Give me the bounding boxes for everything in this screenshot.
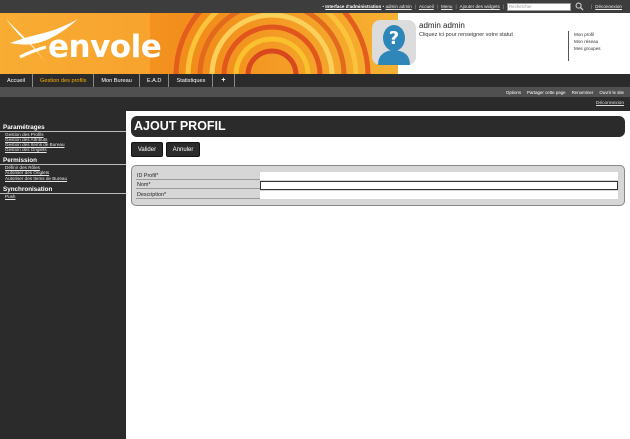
- tab-mon-bureau[interactable]: Mon Bureau: [94, 74, 140, 87]
- banner: envole ? admin admin Cliquez ici pour re…: [0, 13, 630, 74]
- menu-link[interactable]: Menu: [441, 4, 453, 9]
- admin-interface-link[interactable]: Interface d'administration: [325, 4, 381, 9]
- main-nav: Accueil Gestion des profils Mon Bureau E…: [0, 74, 630, 87]
- form-row-description: Description*: [136, 191, 618, 199]
- search-input[interactable]: Rechercher: [506, 2, 571, 11]
- nom-label: Nom*: [136, 181, 260, 189]
- sidebar: Paramétrages Gestion des Profils Gestion…: [0, 111, 126, 439]
- page-title-box: AJOUT PROFIL: [131, 116, 625, 137]
- description-input[interactable]: [260, 191, 618, 199]
- form-row-nom: Nom*: [136, 181, 618, 190]
- my-network-link[interactable]: Mon réseau: [574, 38, 601, 45]
- tab-statistiques[interactable]: Statistiques: [169, 74, 214, 87]
- rename-link[interactable]: Renommer: [572, 90, 594, 95]
- tab-ead[interactable]: E.A.D: [140, 74, 170, 87]
- logout-link-secondary[interactable]: Déconnexion: [596, 101, 624, 106]
- my-groups-link[interactable]: Mes groupes: [574, 45, 601, 52]
- user-link[interactable]: admin admin: [385, 4, 411, 9]
- id-profil-input[interactable]: [260, 172, 618, 180]
- page-title: AJOUT PROFIL: [134, 119, 226, 133]
- logout-link[interactable]: Déconnexion: [595, 4, 622, 9]
- separator: |: [414, 4, 416, 9]
- separator: |: [590, 4, 593, 9]
- options-link[interactable]: Options: [506, 90, 521, 95]
- sidebar-item-push[interactable]: Push: [0, 194, 126, 199]
- search-icon[interactable]: [575, 2, 584, 11]
- separator: |: [502, 4, 504, 9]
- share-page-link[interactable]: Partager cette page: [527, 90, 566, 95]
- logout-bar: Déconnexion: [0, 97, 630, 111]
- tab-gestion-des-profils[interactable]: Gestion des profils: [33, 74, 95, 87]
- add-widgets-link[interactable]: Ajouter des widgets: [460, 4, 500, 9]
- avatar-icon[interactable]: ?: [372, 20, 416, 65]
- open-site-link[interactable]: Ouvrir le site: [599, 90, 624, 95]
- separator: |: [436, 4, 438, 9]
- add-tab-button[interactable]: +: [213, 74, 235, 87]
- sub-nav: Options Partager cette page Renommer Ouv…: [0, 87, 630, 97]
- tab-accueil[interactable]: Accueil: [0, 74, 34, 87]
- valider-button[interactable]: Valider: [131, 142, 163, 157]
- sidebar-item-gestion-onglets[interactable]: Gestion des Onglets: [0, 147, 126, 152]
- home-link[interactable]: Accueil: [419, 4, 434, 9]
- annuler-button[interactable]: Annuler: [166, 142, 200, 157]
- form-row-id-profil: ID Profil*: [136, 172, 618, 180]
- svg-text:?: ?: [389, 28, 399, 49]
- my-profile-link[interactable]: Mon profil: [574, 31, 601, 38]
- sidebar-item-autoriser-items-bureau[interactable]: Autoriser des Items de Bureau: [0, 176, 126, 181]
- user-name: admin admin: [419, 21, 465, 30]
- profile-links: Mon profil Mon réseau Mes groupes: [568, 31, 601, 61]
- top-bar: • Interface d'administration • admin adm…: [0, 0, 630, 13]
- logo-text: envole: [48, 29, 162, 65]
- separator: |: [455, 4, 457, 9]
- description-label: Description*: [136, 191, 260, 199]
- sidebar-section-synchronisation: Synchronisation: [0, 186, 126, 194]
- sidebar-section-parametrages: Paramétrages: [0, 124, 126, 132]
- id-profil-label: ID Profil*: [136, 172, 260, 180]
- profile-form: ID Profil* Nom* Description*: [131, 165, 625, 206]
- user-status-prompt[interactable]: Cliquez ici pour renseigner votre statut: [419, 32, 513, 38]
- nom-input[interactable]: [260, 181, 618, 190]
- sidebar-section-permission: Permission: [0, 157, 126, 166]
